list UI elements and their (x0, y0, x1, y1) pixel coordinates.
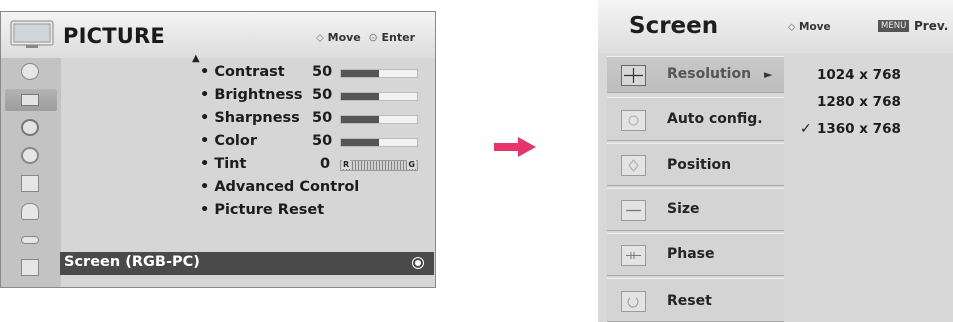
move-hint-label: Move (327, 31, 361, 44)
tv-icon (10, 20, 54, 48)
chevron-right-icon: ► (764, 68, 773, 81)
enter-hint-label: Enter (381, 31, 416, 44)
list-item-picture-reset[interactable]: • Picture Reset (200, 202, 324, 222)
arrow-right-icon (494, 137, 536, 157)
list-item-brightness[interactable]: • Brightness 50 (200, 87, 418, 107)
list-item-advanced-control[interactable]: • Advanced Control (200, 179, 359, 199)
contrast-value: 50 (312, 64, 333, 80)
audio-icon[interactable] (5, 117, 57, 139)
menu-item-size[interactable]: Size (607, 188, 784, 231)
tint-value: 0 (320, 156, 331, 172)
page-title: PICTURE (63, 24, 165, 48)
move-icon: ⬦ (316, 31, 324, 44)
resolution-option-1360[interactable]: 1360 x 768 (817, 121, 901, 137)
move-icon: ⬦ (788, 21, 796, 33)
list-item-sharpness[interactable]: • Sharpness 50 (200, 110, 418, 130)
phase-label: Phase (667, 246, 715, 262)
input-icon[interactable] (5, 229, 57, 251)
enter-icon: ⊙ (368, 31, 378, 44)
advanced-control-label: • Advanced Control (200, 179, 360, 195)
brightness-value: 50 (312, 87, 333, 103)
screen-title: Screen (629, 13, 719, 39)
checkmark-icon: ✓ (800, 121, 812, 137)
satellite-icon[interactable] (5, 61, 57, 83)
position-label: Position (667, 157, 732, 173)
resolution-icon (621, 65, 646, 86)
move-hint-label: Move (799, 21, 831, 33)
size-icon (621, 200, 646, 221)
sharpness-slider-fill (341, 116, 379, 123)
brightness-slider-fill (341, 93, 379, 100)
picture-icon[interactable] (5, 89, 57, 111)
menu-item-reset[interactable]: Reset (607, 278, 784, 322)
menu-item-phase[interactable]: Phase (607, 233, 784, 276)
resolution-option-1024[interactable]: 1024 x 768 (817, 67, 901, 83)
menu-item-resolution[interactable]: Resolution ► (607, 56, 784, 93)
screen-menu: Screen ⬦ Move MENU Prev. Resolution ► Au… (598, 0, 953, 322)
resolution-label: Resolution (667, 66, 752, 82)
sharpness-slider[interactable] (340, 115, 418, 124)
nav-hint: ⬦ Move ⊙ Enter (316, 31, 415, 45)
resolution-option-1280[interactable]: 1280 x 768 (817, 94, 901, 110)
sharpness-value: 50 (312, 110, 333, 126)
prev-hint-label: Prev. (914, 19, 949, 33)
phase-icon (621, 245, 646, 266)
contrast-slider[interactable] (340, 69, 418, 78)
lock-icon[interactable] (5, 201, 57, 223)
reset-label: Reset (667, 293, 712, 309)
tint-r-label: R (342, 160, 351, 169)
category-sidebar (1, 58, 61, 287)
picture-reset-label: • Picture Reset (200, 202, 325, 218)
usb-icon[interactable] (5, 257, 57, 279)
brightness-label: • Brightness (200, 87, 303, 103)
auto-config-label: Auto config. (667, 111, 763, 127)
nav-hint: ⬦ Move (788, 21, 831, 34)
tint-label: • Tint (200, 156, 247, 172)
sharpness-label: • Sharpness (200, 110, 300, 126)
list-item-tint[interactable]: • Tint 0 R G (200, 156, 418, 176)
screen-menu-header: Screen ⬦ Move MENU Prev. (598, 0, 953, 53)
contrast-label: • Contrast (200, 64, 285, 80)
contrast-slider-fill (341, 70, 379, 77)
menu-item-auto-config[interactable]: Auto config. (607, 97, 784, 141)
color-slider[interactable] (340, 138, 418, 147)
menu-item-position[interactable]: Position (607, 143, 784, 186)
tint-g-label: G (407, 160, 416, 169)
picture-menu-header: PICTURE ⬦ Move ⊙ Enter (1, 12, 435, 59)
color-value: 50 (312, 133, 333, 149)
screen-label: Screen (RGB-PC) (64, 254, 200, 270)
brightness-slider[interactable] (340, 92, 418, 101)
position-icon (621, 155, 646, 176)
scroll-up-icon[interactable]: ▲ (192, 53, 200, 64)
tint-slider[interactable]: R G (340, 160, 418, 171)
enter-icon (412, 257, 424, 269)
list-item-color[interactable]: • Color 50 (200, 133, 418, 153)
list-item-screen-selected[interactable]: Screen (RGB-PC) (60, 252, 434, 275)
reset-icon (621, 291, 646, 312)
option-icon[interactable] (5, 173, 57, 195)
color-slider-fill (341, 139, 379, 146)
menu-key-badge: MENU (878, 20, 910, 32)
size-label: Size (667, 201, 700, 217)
clock-icon[interactable] (5, 145, 57, 167)
auto-config-icon (621, 110, 646, 131)
color-label: • Color (200, 133, 258, 149)
list-item-contrast[interactable]: • Contrast 50 (200, 64, 418, 84)
